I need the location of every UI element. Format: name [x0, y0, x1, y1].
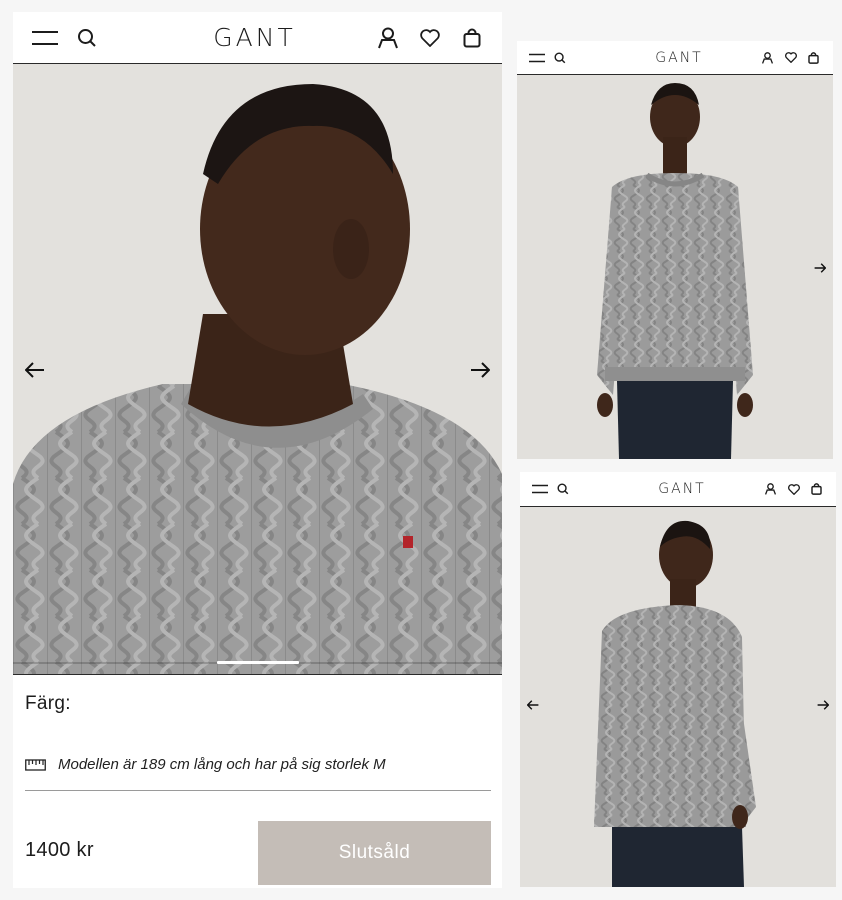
- prev-image-arrow[interactable]: [524, 696, 542, 714]
- product-price: 1400 kr: [25, 839, 94, 861]
- product-image-main[interactable]: [13, 64, 502, 674]
- bag-icon[interactable]: [460, 26, 484, 50]
- front-view-panel: GANT: [517, 41, 833, 459]
- brand-logo[interactable]: GANT: [655, 50, 702, 66]
- brand-logo[interactable]: GANT: [658, 481, 705, 497]
- search-icon[interactable]: [556, 482, 570, 496]
- gallery-progress-active: [217, 661, 299, 664]
- menu-icon[interactable]: [31, 26, 59, 50]
- search-icon[interactable]: [75, 26, 99, 50]
- bag-icon[interactable]: [807, 51, 821, 65]
- site-header-small: GANT: [520, 472, 836, 507]
- search-icon[interactable]: [553, 51, 567, 65]
- sold-out-button: Slutsåld: [258, 821, 491, 885]
- site-header-small: GANT: [517, 41, 833, 75]
- model-info-text: Modellen är 189 cm lång och har på sig s…: [58, 756, 386, 773]
- bag-icon[interactable]: [810, 482, 824, 496]
- wishlist-icon[interactable]: [418, 26, 442, 50]
- color-label: Färg:: [25, 693, 71, 714]
- back-view-panel: GANT: [520, 472, 836, 887]
- product-photo: [517, 75, 833, 459]
- image-divider: [13, 674, 502, 675]
- next-image-arrow[interactable]: [811, 259, 829, 277]
- menu-icon[interactable]: [529, 51, 545, 65]
- product-image-front[interactable]: [517, 75, 833, 459]
- next-image-arrow[interactable]: [466, 356, 494, 384]
- model-info-divider: [25, 790, 491, 791]
- account-icon[interactable]: [764, 482, 778, 496]
- account-icon[interactable]: [376, 26, 400, 50]
- product-image-back[interactable]: [520, 507, 836, 887]
- account-icon[interactable]: [761, 51, 775, 65]
- menu-icon[interactable]: [532, 482, 548, 496]
- brand-logo[interactable]: GANT: [213, 23, 295, 52]
- prev-image-arrow[interactable]: [21, 356, 49, 384]
- ruler-icon: [25, 758, 46, 772]
- model-info-row: Modellen är 189 cm lång och har på sig s…: [25, 756, 386, 773]
- wishlist-icon[interactable]: [784, 51, 798, 65]
- wishlist-icon[interactable]: [787, 482, 801, 496]
- site-header: GANT: [13, 12, 502, 64]
- product-photo: [520, 507, 836, 887]
- product-photo: [13, 64, 502, 674]
- next-image-arrow[interactable]: [814, 696, 832, 714]
